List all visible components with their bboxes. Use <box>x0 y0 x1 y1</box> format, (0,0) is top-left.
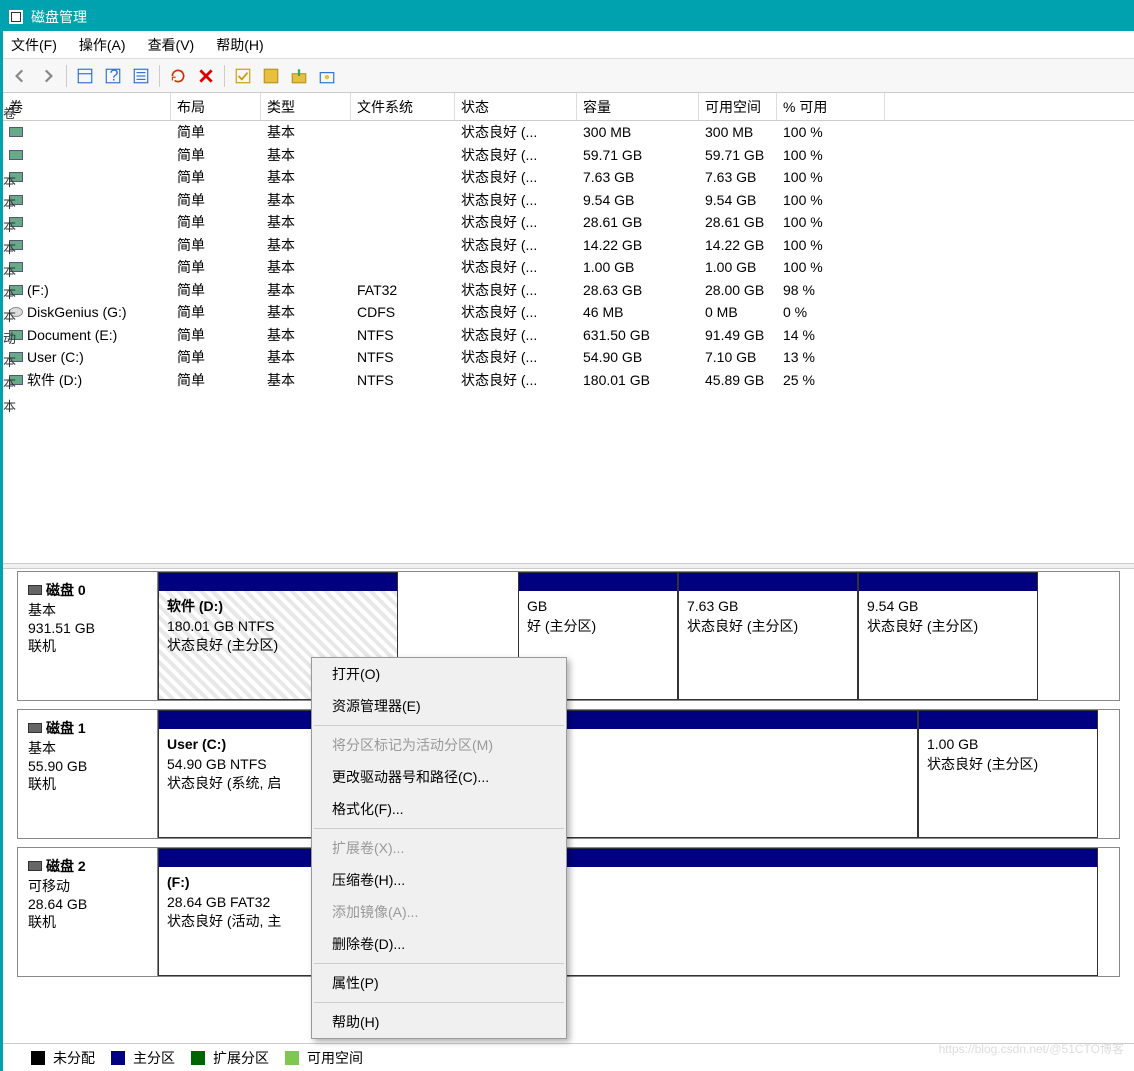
legend-ext: 扩展分区 <box>213 1048 269 1068</box>
ctx-mirror: 添加镜像(A)... <box>312 896 566 928</box>
disk-icon <box>28 861 42 871</box>
ctx-change-letter[interactable]: 更改驱动器号和路径(C)... <box>312 761 566 793</box>
menu-help[interactable]: 帮助(H) <box>216 35 263 55</box>
legend-unalloc: 未分配 <box>53 1048 95 1068</box>
legend-unalloc-swatch <box>31 1051 45 1065</box>
table-row[interactable]: 简单基本 状态良好 (...1.00 GB1.00 GB100 % <box>3 256 1134 279</box>
volume-list-header: 卷 布局 类型 文件系统 状态 容量 可用空间 % 可用 <box>3 93 1134 121</box>
titlebar[interactable]: 磁盘管理 <box>3 3 1134 31</box>
attach-icon[interactable] <box>286 63 312 89</box>
partition[interactable]: 9.54 GB状态良好 (主分区) <box>858 572 1038 700</box>
svg-text:?: ? <box>110 67 119 84</box>
help-icon[interactable]: ? <box>100 63 126 89</box>
table-row[interactable]: 简单基本 状态良好 (...28.61 GB28.61 GB100 % <box>3 211 1134 234</box>
legend-free-swatch <box>285 1051 299 1065</box>
legend-primary-swatch <box>111 1051 125 1065</box>
ctx-open[interactable]: 打开(O) <box>312 658 566 690</box>
col-fs[interactable]: 文件系统 <box>351 93 455 120</box>
table-row[interactable]: 简单基本 状态良好 (...9.54 GB9.54 GB100 % <box>3 189 1134 212</box>
ctx-delete[interactable]: 删除卷(D)... <box>312 928 566 960</box>
window-title: 磁盘管理 <box>31 7 87 27</box>
ctx-mark-active: 将分区标记为活动分区(M) <box>312 729 566 761</box>
legend-primary: 主分区 <box>133 1048 175 1068</box>
partition[interactable]: 7.63 GB状态良好 (主分区) <box>678 572 858 700</box>
ctx-shrink[interactable]: 压缩卷(H)... <box>312 864 566 896</box>
forward-button[interactable] <box>35 63 61 89</box>
check-icon[interactable] <box>230 63 256 89</box>
table-row[interactable]: Document (E:) 简单基本NTFS 状态良好 (...631.50 G… <box>3 324 1134 347</box>
disk-map-pane: 磁盘 0 基本931.51 GB联机 软件 (D:)180.01 GB NTFS… <box>3 569 1134 1043</box>
ctx-help[interactable]: 帮助(H) <box>312 1006 566 1038</box>
col-type[interactable]: 类型 <box>261 93 351 120</box>
table-row[interactable]: 简单基本 状态良好 (...300 MB300 MB100 % <box>3 121 1134 144</box>
disk-header[interactable]: 磁盘 2 可移动28.64 GB联机 <box>18 848 158 976</box>
toolbar: ? <box>3 59 1134 93</box>
table-row[interactable]: (F:) 简单基本FAT32 状态良好 (...28.63 GB28.00 GB… <box>3 279 1134 302</box>
table-row[interactable]: 软件 (D:) 简单基本NTFS 状态良好 (...180.01 GB45.89… <box>3 369 1134 392</box>
ctx-extend: 扩展卷(X)... <box>312 832 566 864</box>
back-button[interactable] <box>7 63 33 89</box>
menu-action[interactable]: 操作(A) <box>79 35 126 55</box>
col-pct[interactable]: % 可用 <box>777 93 885 120</box>
table-row[interactable]: DiskGenius (G:) 简单基本CDFS 状态良好 (...46 MB0… <box>3 301 1134 324</box>
menu-view[interactable]: 查看(V) <box>148 35 195 55</box>
properties-icon[interactable] <box>128 63 154 89</box>
partition[interactable]: (F:)28.64 GB FAT32状态良好 (活动, 主 <box>158 848 1098 976</box>
menubar: 文件(F) 操作(A) 查看(V) 帮助(H) <box>3 31 1134 59</box>
ctx-explorer[interactable]: 资源管理器(E) <box>312 690 566 722</box>
context-menu: 打开(O) 资源管理器(E) 将分区标记为活动分区(M) 更改驱动器号和路径(C… <box>311 657 567 1039</box>
menu-file[interactable]: 文件(F) <box>11 35 57 55</box>
col-capacity[interactable]: 容量 <box>577 93 699 120</box>
disk-icon <box>28 723 42 733</box>
table-row[interactable]: 简单基本 状态良好 (...14.22 GB14.22 GB100 % <box>3 234 1134 257</box>
refresh-icon[interactable] <box>165 63 191 89</box>
table-row[interactable]: User (C:) 简单基本NTFS 状态良好 (...54.90 GB7.10… <box>3 346 1134 369</box>
legend-free: 可用空间 <box>307 1048 363 1068</box>
disk-1: 磁盘 1 基本55.90 GB联机 User (C:)54.90 GB NTFS… <box>17 709 1120 839</box>
table-row[interactable]: 简单基本 状态良好 (...59.71 GB59.71 GB100 % <box>3 144 1134 167</box>
detail-pane-icon[interactable] <box>72 63 98 89</box>
legend-ext-swatch <box>191 1051 205 1065</box>
disk-header[interactable]: 磁盘 1 基本55.90 GB联机 <box>18 710 158 838</box>
col-free[interactable]: 可用空间 <box>699 93 777 120</box>
col-volume[interactable]: 卷 <box>3 93 171 120</box>
disk-0: 磁盘 0 基本931.51 GB联机 软件 (D:)180.01 GB NTFS… <box>17 571 1120 701</box>
yellow-panel-icon[interactable] <box>258 63 284 89</box>
disk-2: 磁盘 2 可移动28.64 GB联机 (F:)28.64 GB FAT32状态良… <box>17 847 1120 977</box>
disk-wizard-icon[interactable] <box>314 63 340 89</box>
col-status[interactable]: 状态 <box>455 93 577 120</box>
partition[interactable]: 1.00 GB状态良好 (主分区) <box>918 710 1098 838</box>
delete-icon[interactable] <box>193 63 219 89</box>
disk-header[interactable]: 磁盘 0 基本931.51 GB联机 <box>18 572 158 700</box>
truncated-left-strip: 卷本本本本本本本动本本本 <box>3 103 15 1003</box>
ctx-format[interactable]: 格式化(F)... <box>312 793 566 825</box>
disk-management-window: 磁盘管理 文件(F) 操作(A) 查看(V) 帮助(H) ? 卷 布局 类型 文… <box>0 0 1134 1071</box>
volume-list[interactable]: 卷 布局 类型 文件系统 状态 容量 可用空间 % 可用 简单基本 状态良好 (… <box>3 93 1134 563</box>
col-layout[interactable]: 布局 <box>171 93 261 120</box>
disk-icon <box>28 585 42 595</box>
watermark: https://blog.csdn.net/@51CTO博客 <box>939 1040 1124 1057</box>
ctx-properties[interactable]: 属性(P) <box>312 967 566 999</box>
table-row[interactable]: 简单基本 状态良好 (...7.63 GB7.63 GB100 % <box>3 166 1134 189</box>
app-icon <box>9 10 23 24</box>
